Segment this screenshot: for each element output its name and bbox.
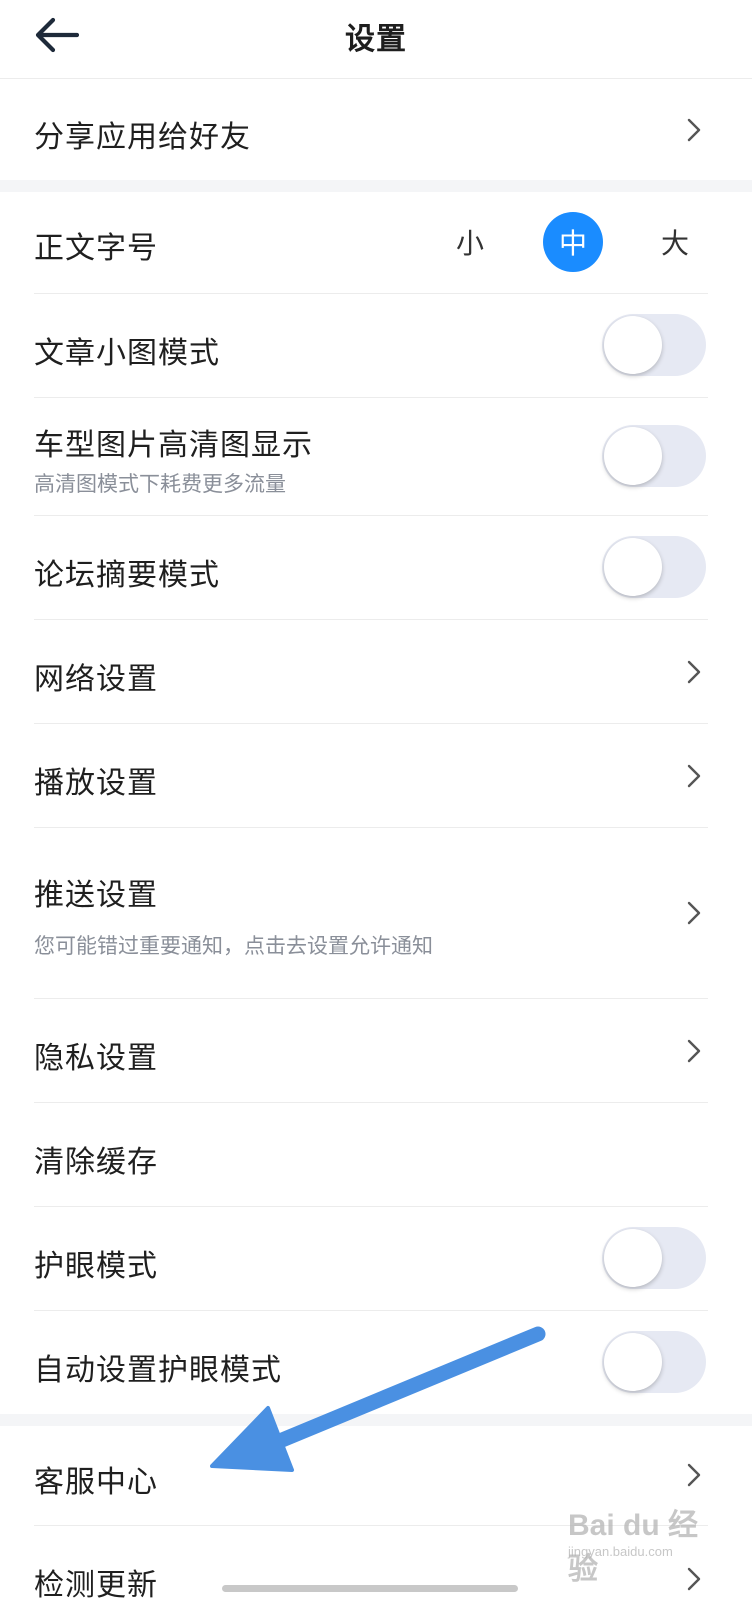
check-update-label: 检测更新: [34, 1568, 158, 1600]
chevron-right-icon: [687, 118, 701, 142]
article-small-image-label: 文章小图模式: [34, 336, 220, 371]
page-title: 设置: [345, 22, 407, 57]
chevron-right-icon: [687, 764, 701, 788]
network-settings-label: 网络设置: [34, 662, 158, 697]
auto-eye-care-label: 自动设置护眼模式: [34, 1353, 282, 1388]
chevron-right-icon: [687, 1567, 701, 1591]
toggle-knob: [604, 1229, 662, 1287]
forum-summary-toggle[interactable]: [602, 536, 706, 598]
eye-care-row: 护眼模式: [0, 1207, 752, 1311]
chevron-right-icon: [687, 901, 701, 925]
eye-care-label: 护眼模式: [34, 1249, 158, 1284]
section-divider: [0, 1414, 752, 1426]
share-app-label: 分享应用给好友: [34, 120, 251, 155]
font-size-small-option[interactable]: 小: [440, 212, 500, 272]
font-size-medium-option[interactable]: 中: [543, 212, 603, 272]
hd-car-images-subtitle: 高清图模式下耗费更多流量: [34, 472, 286, 496]
playback-settings-row[interactable]: 播放设置: [0, 724, 752, 828]
hd-car-images-toggle[interactable]: [602, 425, 706, 487]
font-size-label: 正文字号: [34, 231, 158, 266]
auto-eye-care-toggle[interactable]: [602, 1331, 706, 1393]
hd-car-images-row: 车型图片高清图显示 高清图模式下耗费更多流量: [0, 398, 752, 516]
toggle-knob: [604, 538, 662, 596]
font-size-row: 正文字号 小 中 大: [0, 192, 752, 294]
home-indicator[interactable]: [222, 1585, 518, 1592]
article-small-image-toggle[interactable]: [602, 314, 706, 376]
article-small-image-row: 文章小图模式: [0, 294, 752, 398]
network-settings-row[interactable]: 网络设置: [0, 620, 752, 724]
hd-car-images-label: 车型图片高清图显示: [34, 428, 313, 463]
forum-summary-row: 论坛摘要模式: [0, 516, 752, 620]
chevron-right-icon: [687, 660, 701, 684]
customer-service-label: 客服中心: [34, 1465, 158, 1500]
chevron-right-icon: [687, 1039, 701, 1063]
clear-cache-row[interactable]: 清除缓存: [0, 1103, 752, 1207]
settings-screen: 设置 分享应用给好友 正文字号 小 中 大 文章小图模式 车型图片高清图显示 高…: [0, 0, 752, 1600]
push-settings-label: 推送设置: [34, 878, 158, 913]
playback-settings-label: 播放设置: [34, 766, 158, 801]
push-settings-subtitle: 您可能错过重要通知，点击去设置允许通知: [34, 934, 433, 958]
toggle-knob: [604, 316, 662, 374]
header-bar: 设置: [0, 0, 752, 79]
clear-cache-label: 清除缓存: [34, 1145, 158, 1180]
share-app-row[interactable]: 分享应用给好友: [0, 79, 752, 180]
customer-service-row[interactable]: 客服中心: [0, 1426, 752, 1526]
toggle-knob: [604, 427, 662, 485]
toggle-knob: [604, 1333, 662, 1391]
push-settings-row[interactable]: 推送设置 您可能错过重要通知，点击去设置允许通知: [0, 828, 752, 999]
section-divider: [0, 180, 752, 192]
forum-summary-label: 论坛摘要模式: [34, 558, 220, 593]
font-size-large-option[interactable]: 大: [645, 212, 705, 272]
eye-care-toggle[interactable]: [602, 1227, 706, 1289]
auto-eye-care-row: 自动设置护眼模式: [0, 1311, 752, 1414]
privacy-settings-row[interactable]: 隐私设置: [0, 999, 752, 1103]
chevron-right-icon: [687, 1463, 701, 1487]
privacy-settings-label: 隐私设置: [34, 1041, 158, 1076]
